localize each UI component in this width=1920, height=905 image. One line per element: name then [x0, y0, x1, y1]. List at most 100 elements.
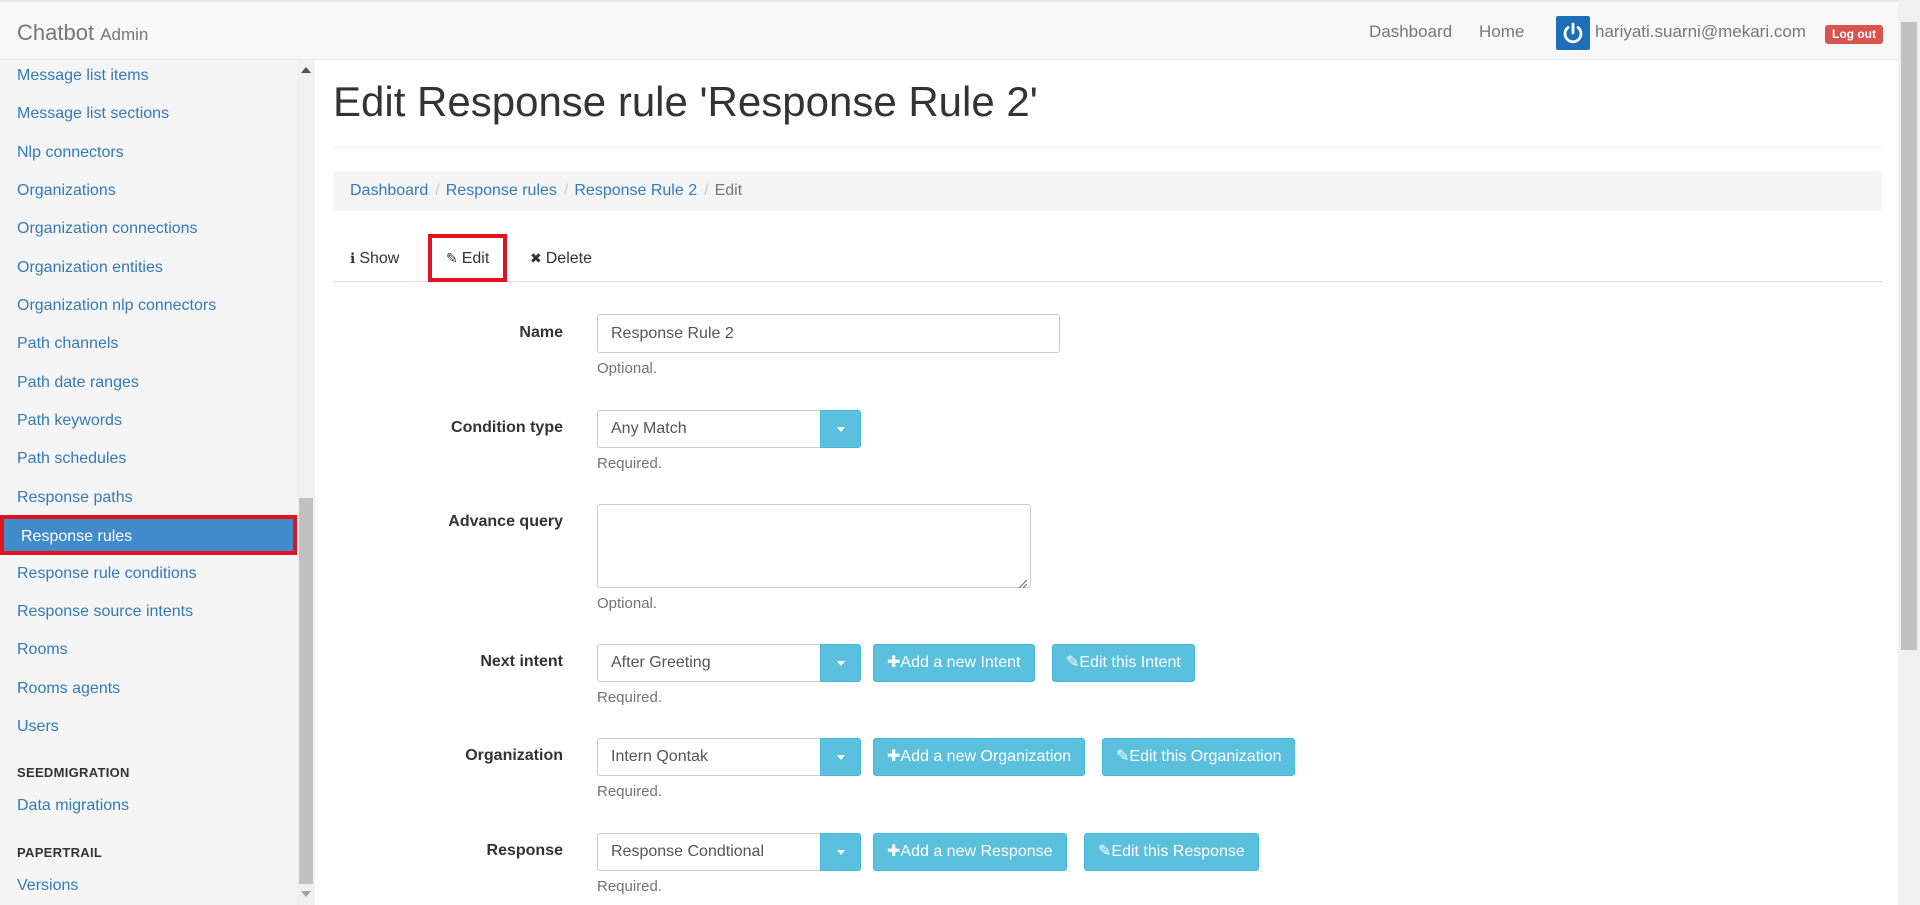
next-intent-help: Required.	[597, 689, 663, 706]
sidebar-item-response-rule-conditions[interactable]: Response rule conditions	[17, 565, 197, 583]
response-help: Required.	[597, 878, 663, 895]
sidebar-item-organization-entities[interactable]: Organization entities	[17, 259, 163, 277]
response-label: Response	[486, 842, 563, 859]
sidebar-item-message-list-items[interactable]: Message list items	[17, 67, 149, 85]
tab-show[interactable]: ℹ︎ Show	[350, 234, 399, 282]
page-scrollbar[interactable]	[1898, 0, 1920, 905]
chevron-down-icon[interactable]	[820, 738, 861, 776]
response-select[interactable]: Response Condtional	[597, 833, 861, 871]
chevron-down-icon[interactable]	[820, 644, 861, 682]
organization-value[interactable]: Intern Qontak	[597, 738, 820, 776]
next-intent-label: Next intent	[480, 653, 563, 670]
breadcrumb-separator: /	[704, 182, 709, 199]
add-intent-button[interactable]: ✚Add a new Intent	[873, 644, 1035, 682]
pencil-icon: ✎	[1066, 654, 1080, 671]
info-circle-icon: ℹ︎	[350, 250, 356, 266]
sidebar-item-users[interactable]: Users	[17, 718, 59, 736]
add-response-label: Add a new Response	[900, 843, 1053, 860]
breadcrumb-response-rule-2[interactable]: Response Rule 2	[574, 182, 697, 199]
tab-delete[interactable]: ✖ Delete	[530, 234, 592, 282]
sidebar-scrollbar[interactable]	[297, 60, 315, 905]
scroll-down-arrow-icon[interactable]	[301, 891, 311, 897]
name-field[interactable]: Response Rule 2	[597, 314, 1060, 353]
edit-organization-label: Edit this Organization	[1129, 748, 1282, 765]
edit-organization-button[interactable]: ✎Edit this Organization	[1102, 738, 1296, 776]
nav-home-link[interactable]: Home	[1479, 22, 1524, 42]
logout-button[interactable]: Log out	[1825, 25, 1883, 44]
pencil-icon: ✎	[446, 250, 458, 266]
resize-grip-icon[interactable]	[1017, 574, 1028, 589]
sidebar-item-nlp-connectors[interactable]: Nlp connectors	[17, 144, 124, 162]
sidebar-item-path-schedules[interactable]: Path schedules	[17, 450, 126, 468]
condition-type-select[interactable]: Any Match	[597, 410, 861, 448]
brand[interactable]: Chatbot Admin	[17, 20, 148, 46]
plus-icon: ✚	[887, 748, 901, 765]
sidebar-item-data-migrations[interactable]: Data migrations	[17, 797, 129, 815]
sidebar: Message list items Message list sections…	[0, 60, 297, 905]
add-organization-button[interactable]: ✚Add a new Organization	[873, 738, 1086, 776]
sidebar-item-versions[interactable]: Versions	[17, 877, 78, 895]
user-email: hariyati.suarni@mekari.com	[1595, 22, 1806, 41]
add-intent-label: Add a new Intent	[900, 654, 1021, 671]
sidebar-item-organization-nlp-connectors[interactable]: Organization nlp connectors	[17, 297, 216, 315]
add-response-button[interactable]: ✚Add a new Response	[873, 833, 1067, 871]
sidebar-item-path-channels[interactable]: Path channels	[17, 335, 118, 353]
sidebar-scroll-thumb[interactable]	[299, 498, 313, 884]
action-tabs: ℹ︎ Show ✎ Edit ✖ Delete	[333, 234, 1882, 282]
next-intent-value[interactable]: After Greeting	[597, 644, 820, 682]
advance-query-label: Advance query	[448, 513, 563, 530]
pencil-icon: ✎	[1098, 843, 1112, 860]
plus-icon: ✚	[887, 843, 901, 860]
plus-icon: ✚	[887, 654, 901, 671]
top-navbar: Chatbot Admin Dashboard Home hariyati.su…	[0, 0, 1898, 60]
add-organization-label: Add a new Organization	[900, 748, 1072, 765]
sidebar-item-rooms[interactable]: Rooms	[17, 641, 68, 659]
sidebar-item-response-paths[interactable]: Response paths	[17, 489, 133, 507]
sidebar-item-rooms-agents[interactable]: Rooms agents	[17, 680, 120, 698]
sidebar-item-response-source-intents[interactable]: Response source intents	[17, 603, 193, 621]
tab-edit-label: Edit	[461, 250, 490, 267]
advance-query-textarea[interactable]	[597, 504, 1031, 588]
sidebar-item-response-rules[interactable]: Response rules	[0, 515, 297, 555]
sidebar-item-organization-connections[interactable]: Organization connections	[17, 220, 198, 238]
edit-intent-label: Edit this Intent	[1079, 654, 1181, 671]
brand-subtitle: Admin	[100, 25, 149, 44]
nav-dashboard-link[interactable]: Dashboard	[1369, 22, 1452, 42]
breadcrumb: Dashboard / Response rules / Response Rule 2…	[333, 171, 1882, 211]
edit-response-button[interactable]: ✎Edit this Response	[1084, 833, 1259, 871]
sidebar-item-organizations[interactable]: Organizations	[17, 182, 116, 200]
brand-title: Chatbot	[17, 20, 95, 45]
breadcrumb-dashboard[interactable]: Dashboard	[350, 182, 428, 199]
sidebar-item-message-list-sections[interactable]: Message list sections	[17, 105, 169, 123]
sidebar-item-path-keywords[interactable]: Path keywords	[17, 412, 122, 430]
breadcrumb-separator: /	[563, 182, 569, 199]
sidebar-section-seedmigration: SEEDMIGRATION	[17, 765, 130, 780]
tab-edit[interactable]: ✎ Edit	[428, 234, 508, 282]
breadcrumb-current: Edit	[714, 182, 743, 199]
chevron-down-icon[interactable]	[820, 410, 861, 448]
page-scroll-thumb[interactable]	[1901, 22, 1917, 650]
organization-select[interactable]: Intern Qontak	[597, 738, 861, 776]
title-divider	[333, 147, 1882, 148]
tab-show-label: Show	[359, 250, 400, 267]
edit-response-label: Edit this Response	[1111, 843, 1245, 860]
next-intent-select[interactable]: After Greeting	[597, 644, 861, 682]
condition-type-label: Condition type	[451, 419, 563, 436]
condition-type-value[interactable]: Any Match	[597, 410, 820, 448]
edit-intent-button[interactable]: ✎Edit this Intent	[1052, 644, 1195, 682]
condition-type-help: Required.	[597, 455, 663, 472]
breadcrumb-response-rules[interactable]: Response rules	[446, 182, 557, 199]
name-label: Name	[519, 324, 563, 341]
sidebar-item-path-date-ranges[interactable]: Path date ranges	[17, 374, 139, 392]
page-title: Edit Response rule 'Response Rule 2'	[333, 78, 1038, 125]
tab-delete-label: Delete	[545, 250, 592, 267]
organization-label: Organization	[465, 747, 563, 764]
sidebar-section-papertrail: PAPERTRAIL	[17, 845, 103, 860]
advance-query-help: Optional.	[597, 595, 658, 612]
scroll-up-arrow-icon[interactable]	[301, 67, 311, 73]
chevron-down-icon[interactable]	[820, 833, 861, 871]
organization-help: Required.	[597, 783, 663, 800]
response-value[interactable]: Response Condtional	[597, 833, 820, 871]
power-icon	[1556, 16, 1590, 50]
name-help: Optional.	[597, 360, 658, 377]
